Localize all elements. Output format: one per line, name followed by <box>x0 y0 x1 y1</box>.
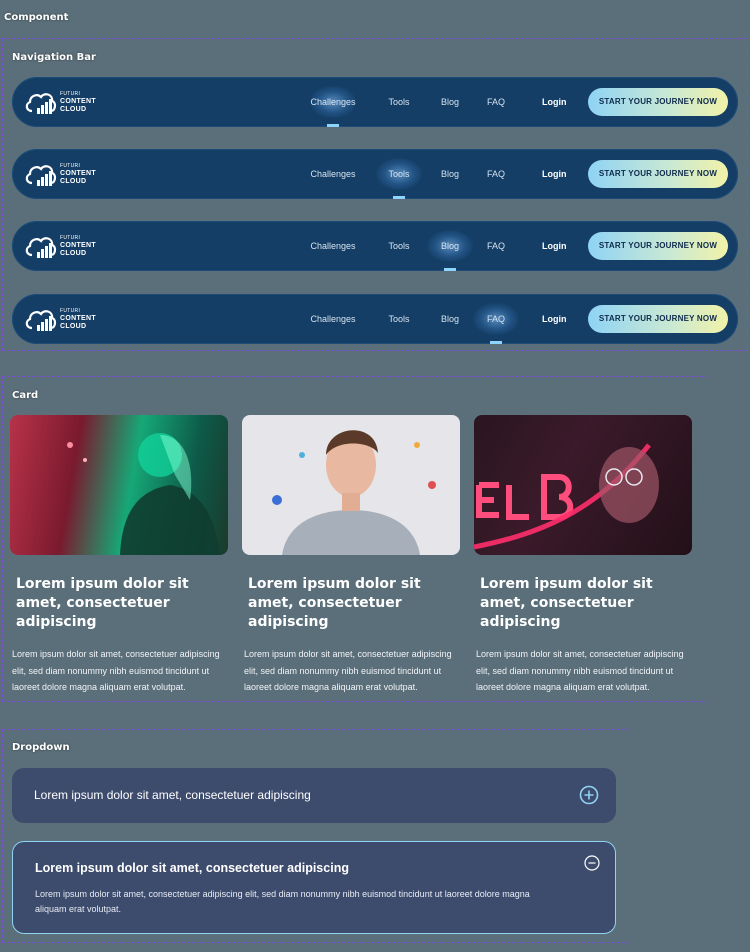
nav-link-challenges[interactable]: Challenges <box>308 77 358 127</box>
login-link[interactable]: Login <box>542 77 567 127</box>
navigation-bar-label: Navigation Bar <box>12 52 96 63</box>
start-journey-button[interactable]: START YOUR JOURNEY NOW <box>588 232 728 260</box>
neon-sign-icon <box>474 443 659 550</box>
card-image-young-man <box>242 415 460 555</box>
minus-circle-icon[interactable] <box>584 855 600 871</box>
nav-link-tools[interactable]: Tools <box>384 149 414 199</box>
cloud-chart-icon <box>25 165 57 186</box>
logo-line-2: CONTENT <box>60 242 96 249</box>
nav-link-blog[interactable]: Blog <box>435 294 465 344</box>
navigation-bar: FUTURI CONTENT CLOUD Challenges Tools Bl… <box>12 77 738 127</box>
logo-line-2: CONTENT <box>60 315 96 322</box>
card-image-neon-green <box>10 415 228 555</box>
logo-line-1: FUTURI <box>60 91 81 97</box>
card[interactable]: Lorem ipsum dolor sit amet, consectetuer… <box>474 415 692 696</box>
nav-link-challenges[interactable]: Challenges <box>308 221 358 271</box>
card-label: Card <box>12 390 39 401</box>
start-journey-button[interactable]: START YOUR JOURNEY NOW <box>588 88 728 116</box>
dropdown-label: Dropdown <box>12 742 70 753</box>
navigation-bar: FUTURI CONTENT CLOUD Challenges Tools Bl… <box>12 294 738 344</box>
nav-link-blog[interactable]: Blog <box>435 77 465 127</box>
logo-line-3: CLOUD <box>60 250 87 257</box>
nav-link-challenges[interactable]: Challenges <box>308 149 358 199</box>
card-title: Lorem ipsum dolor sit amet, consectetuer… <box>16 576 189 630</box>
logo-line-2: CONTENT <box>60 170 96 177</box>
logo[interactable]: FUTURI CONTENT CLOUD <box>24 233 114 261</box>
navigation-bar: FUTURI CONTENT CLOUD Challenges Tools Bl… <box>12 221 738 271</box>
card-title: Lorem ipsum dolor sit amet, consectetuer… <box>480 576 653 630</box>
login-link[interactable]: Login <box>542 221 567 271</box>
dropdown-expanded[interactable]: Lorem ipsum dolor sit amet, consectetuer… <box>12 841 616 934</box>
dropdown-collapsed[interactable]: Lorem ipsum dolor sit amet, consectetuer… <box>12 768 616 823</box>
start-journey-button[interactable]: START YOUR JOURNEY NOW <box>588 160 728 188</box>
cloud-chart-icon <box>25 93 57 114</box>
logo-line-3: CLOUD <box>60 323 87 330</box>
plus-circle-icon[interactable] <box>579 785 599 805</box>
card-body: Lorem ipsum dolor sit amet, consectetuer… <box>244 649 452 692</box>
nav-link-tools[interactable]: Tools <box>384 77 414 127</box>
login-link[interactable]: Login <box>542 149 567 199</box>
nav-link-challenges[interactable]: Challenges <box>308 294 358 344</box>
card-body: Lorem ipsum dolor sit amet, consectetuer… <box>12 649 220 692</box>
logo-line-3: CLOUD <box>60 106 87 113</box>
nav-link-faq[interactable]: FAQ <box>482 294 510 344</box>
nav-link-blog[interactable]: Blog <box>435 221 465 271</box>
nav-link-faq[interactable]: FAQ <box>482 149 510 199</box>
dropdown-answer: Lorem ipsum dolor sit amet, consectetuer… <box>35 889 530 914</box>
card[interactable]: Lorem ipsum dolor sit amet, consectetuer… <box>242 415 460 696</box>
start-journey-button[interactable]: START YOUR JOURNEY NOW <box>588 305 728 333</box>
logo-line-2: CONTENT <box>60 98 96 105</box>
nav-link-tools[interactable]: Tools <box>384 294 414 344</box>
nav-link-tools[interactable]: Tools <box>384 221 414 271</box>
component-label: Component <box>4 12 69 23</box>
logo-line-1: FUTURI <box>60 163 81 169</box>
logo[interactable]: FUTURI CONTENT CLOUD <box>24 306 114 334</box>
card-title: Lorem ipsum dolor sit amet, consectetuer… <box>248 576 421 630</box>
login-link[interactable]: Login <box>542 294 567 344</box>
nav-link-faq[interactable]: FAQ <box>482 221 510 271</box>
logo[interactable]: FUTURI CONTENT CLOUD <box>24 161 114 189</box>
nav-link-faq[interactable]: FAQ <box>482 77 510 127</box>
card-image-neon-sign <box>474 415 692 555</box>
man-portrait-icon <box>272 430 436 555</box>
cloud-chart-icon <box>25 310 57 331</box>
dropdown-question: Lorem ipsum dolor sit amet, consectetuer… <box>35 861 349 875</box>
dropdown-question: Lorem ipsum dolor sit amet, consectetuer… <box>34 788 311 802</box>
logo-line-1: FUTURI <box>60 235 81 241</box>
logo-line-1: FUTURI <box>60 308 81 314</box>
card-body: Lorem ipsum dolor sit amet, consectetuer… <box>476 649 684 692</box>
cloud-chart-icon <box>25 237 57 258</box>
woman-silhouette-icon <box>67 433 220 555</box>
navigation-bar: FUTURI CONTENT CLOUD Challenges Tools Bl… <box>12 149 738 199</box>
logo-line-3: CLOUD <box>60 178 87 185</box>
card[interactable]: Lorem ipsum dolor sit amet, consectetuer… <box>10 415 228 696</box>
nav-link-blog[interactable]: Blog <box>435 149 465 199</box>
logo[interactable]: FUTURI CONTENT CLOUD <box>24 89 114 117</box>
